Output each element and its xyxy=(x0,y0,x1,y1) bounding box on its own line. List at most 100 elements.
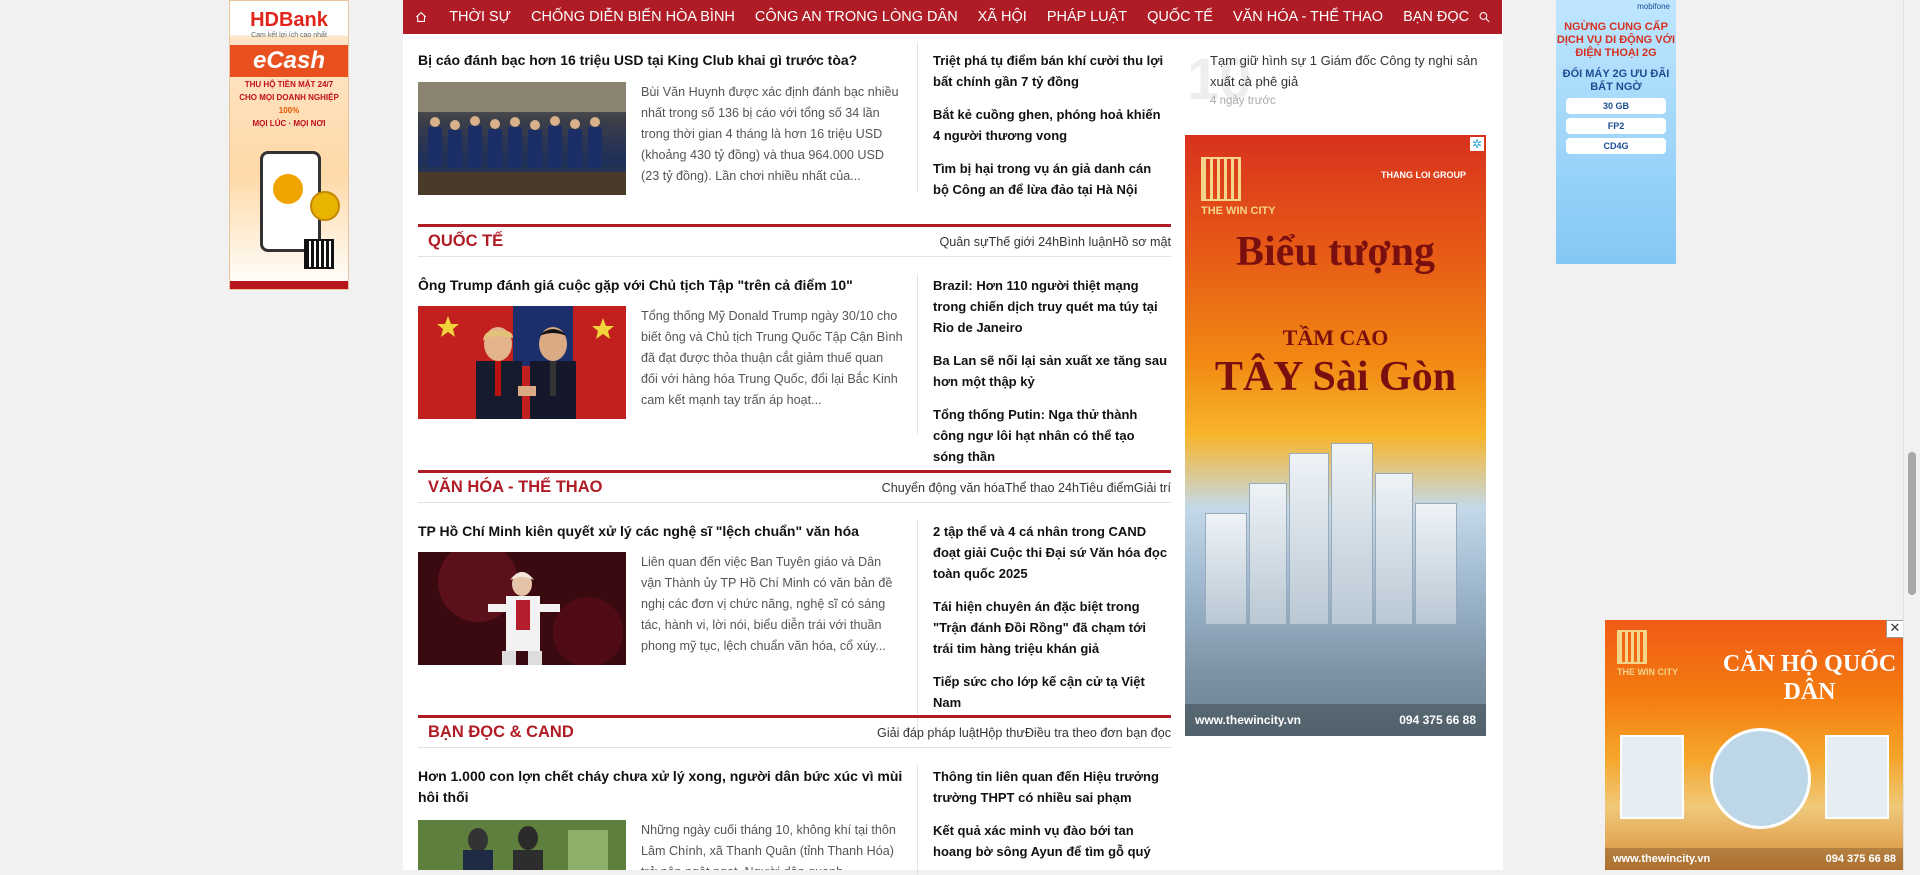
ad-phone: 094 375 66 88 xyxy=(1399,713,1476,727)
trending-title[interactable]: Tạm giữ hình sự 1 Giám đốc Công ty nghi … xyxy=(1210,50,1485,92)
ecash-logo: eCash xyxy=(230,45,348,77)
ad-offer: FP2 xyxy=(1566,118,1666,134)
adchoices-icon[interactable]: ✲ xyxy=(1470,137,1484,151)
subnav-item[interactable]: Tiêu điểm xyxy=(1079,481,1134,495)
related-link[interactable]: Kết quả xác minh vụ đào bới tan hoang bờ… xyxy=(933,820,1168,862)
subnav-item[interactable]: Chuyển động văn hóa xyxy=(882,481,1005,495)
nav-item-phap-luat[interactable]: PHÁP LUẬT xyxy=(1037,9,1137,25)
related-link[interactable]: Tìm bị hại trong vụ án giả danh cán bộ C… xyxy=(933,158,1168,200)
article-summary: Tổng thống Mỹ Donald Trump ngày 30/10 ch… xyxy=(641,309,903,407)
article-thumbnail[interactable] xyxy=(418,820,626,870)
subnav-item[interactable]: Thế giới 24h xyxy=(989,235,1060,249)
subnav-item[interactable]: Hộp thư xyxy=(979,726,1025,740)
column-divider xyxy=(917,274,918,434)
scrollbar-thumb[interactable] xyxy=(1908,452,1916,595)
ad-photo-circle xyxy=(1710,728,1811,829)
section-header-quoc-te: QUỐC TẾ Quân sự Thế giới 24h Bình luận H… xyxy=(418,224,1171,257)
hdbank-ad[interactable]: HDBank Cam kết lợi ích cao nhất eCash TH… xyxy=(229,0,349,290)
subnav-item[interactable]: Quân sự xyxy=(940,235,989,249)
courtroom-image xyxy=(418,82,626,195)
article-summary: Những ngày cuối tháng 10, không khí tại … xyxy=(641,823,896,870)
related-link[interactable]: Thông tin liên quan đến Hiệu trưởng trườ… xyxy=(933,766,1168,808)
article-thumbnail[interactable] xyxy=(418,306,626,419)
wincity-logo-text: THE WIN CITY xyxy=(1617,667,1678,677)
related-link[interactable]: Tổng thống Putin: Nga thử thành công ngư… xyxy=(933,404,1168,467)
ad-photo xyxy=(1825,735,1889,819)
related-link[interactable]: Bắt kẻ cuồng ghen, phóng hoả khiến 4 ngư… xyxy=(933,104,1168,146)
building-illustration xyxy=(1205,425,1466,625)
related-list: Brazil: Hơn 110 người thiệt mạng trong c… xyxy=(933,275,1168,479)
wincity-logo-text: THE WIN CITY xyxy=(1201,205,1276,217)
ad-line: MỌI LÚC · MỌI NƠI xyxy=(252,119,326,128)
leaders-handshake-image xyxy=(418,306,626,419)
subnav-item[interactable]: Bình luận xyxy=(1059,235,1112,249)
ad-website: www.thewincity.vn xyxy=(1613,853,1711,865)
wincity-ad[interactable]: ✲ THE WIN CITY THANG LOI GROUP Biểu tượn… xyxy=(1185,135,1486,736)
section-header-ban-doc: BẠN ĐỌC & CAND Giải đáp pháp luật Hộp th… xyxy=(418,715,1171,748)
home-icon[interactable] xyxy=(415,8,427,26)
ad-line: THU HỘ TIỀN MẶT 24/7 xyxy=(244,80,334,89)
subnav-item[interactable]: Điều tra theo đơn bạn đọc xyxy=(1025,726,1171,740)
related-link[interactable]: Triệt phá tụ điểm bán khí cười thu lợi b… xyxy=(933,50,1168,92)
article-title[interactable]: Ông Trump đánh giá cuộc gặp với Chủ tịch… xyxy=(418,275,908,296)
related-list: Thông tin liên quan đến Hiệu trưởng trườ… xyxy=(933,766,1168,874)
ad-line: CHO MỌI DOANH NGHIỆP xyxy=(239,93,339,102)
subnav-item[interactable]: Thể thao 24h xyxy=(1005,481,1079,495)
article-summary: Bùi Văn Huynh được xác định đánh bạc nhi… xyxy=(641,85,899,183)
nav-item-van-hoa[interactable]: VĂN HÓA - THỂ THAO xyxy=(1223,9,1393,25)
hdbank-brand: HDBank xyxy=(250,9,328,31)
coin-image xyxy=(310,191,340,221)
trending-time: 4 ngày trước xyxy=(1210,95,1276,107)
related-list: Triệt phá tụ điểm bán khí cười thu lợi b… xyxy=(933,50,1168,212)
nav-item-cong-an[interactable]: CÔNG AN TRONG LÒNG DÂN xyxy=(745,9,968,25)
section-header-van-hoa: VĂN HÓA - THỂ THAO Chuyển động văn hóa T… xyxy=(418,470,1171,503)
related-link[interactable]: Ba Lan sẽ nối lại sản xuất xe tăng sau h… xyxy=(933,350,1168,392)
trending-item[interactable]: 10 Tạm giữ hình sự 1 Giám đốc Công ty ng… xyxy=(1185,40,1485,120)
article-title[interactable]: Hơn 1.000 con lợn chết cháy chưa xử lý x… xyxy=(418,766,908,808)
ad-offer: CD4G xyxy=(1566,138,1666,154)
mobifone-brand: mobifone xyxy=(1637,2,1670,11)
scrollbar-track[interactable] xyxy=(1903,0,1920,870)
thangloi-logo: THANG LOI GROUP xyxy=(1381,170,1466,180)
ad-headline: TẦM CAO xyxy=(1282,325,1389,350)
wincity-logo: THE WIN CITY xyxy=(1617,630,1678,678)
related-link[interactable]: Tái hiện chuyên án đặc biệt trong "Trận … xyxy=(933,596,1168,659)
section-title[interactable]: VĂN HÓA - THỂ THAO xyxy=(418,478,602,497)
wincity-sticky-ad[interactable]: THE WIN CITY CĂN HỘ QUỐC DÂN www.thewinc… xyxy=(1605,620,1904,870)
close-icon[interactable]: ✕ xyxy=(1886,620,1904,638)
ad-subheadline: ĐỔI MÁY 2G ƯU ĐÃI BẤT NGỜ xyxy=(1562,68,1670,93)
article-summary: Liên quan đến việc Ban Tuyên giáo và Dân… xyxy=(641,555,893,653)
nav-item-xa-hoi[interactable]: XÃ HỘI xyxy=(968,9,1037,25)
article-title[interactable]: Bị cáo đánh bạc hơn 16 triệu USD tại Kin… xyxy=(418,50,908,71)
section-title[interactable]: QUỐC TẾ xyxy=(418,232,503,251)
section-title[interactable]: BẠN ĐỌC & CAND xyxy=(418,723,574,742)
article-title[interactable]: TP Hồ Chí Minh kiên quyết xử lý các nghệ… xyxy=(418,521,908,542)
wincity-logo: THE WIN CITY xyxy=(1201,157,1276,218)
ad-line: 100% xyxy=(278,106,300,115)
ad-headline: CĂN HỘ QUỐC DÂN xyxy=(1722,651,1897,705)
ad-headline: Biểu tượng xyxy=(1236,229,1435,275)
related-link[interactable]: 2 tập thể và 4 cá nhân trong CAND đoạt g… xyxy=(933,521,1168,584)
nav-item-quoc-te[interactable]: QUỐC TẾ xyxy=(1137,9,1223,25)
nav-item-thoi-su[interactable]: THỜI SỰ xyxy=(439,9,521,25)
column-divider xyxy=(917,42,918,192)
singer-image xyxy=(418,542,626,667)
related-link[interactable]: Brazil: Hơn 110 người thiệt mạng trong c… xyxy=(933,275,1168,338)
article-thumbnail[interactable] xyxy=(418,82,626,195)
subnav-item[interactable]: Giải đáp pháp luật xyxy=(877,726,979,740)
nav-item-chong-dien-bien[interactable]: CHỐNG DIỄN BIẾN HÒA BÌNH xyxy=(521,9,745,25)
ad-footer: www.thewincity.vn 094 375 66 88 xyxy=(1605,848,1904,870)
ad-headline: NGỪNG CUNG CẤP DỊCH VỤ DI ĐỘNG VỚI ĐIỆN … xyxy=(1556,21,1676,59)
subnav-item[interactable]: Hồ sơ mật xyxy=(1112,235,1171,249)
ad-offer: 30 GB xyxy=(1566,98,1666,114)
main-nav: THỜI SỰ CHỐNG DIỄN BIẾN HÒA BÌNH CÔNG AN… xyxy=(403,0,1502,34)
related-list: 2 tập thể và 4 cá nhân trong CAND đoạt g… xyxy=(933,521,1168,725)
section-subnav: Chuyển động văn hóa Thể thao 24h Tiêu đi… xyxy=(882,481,1171,495)
ad-phone: 094 375 66 88 xyxy=(1825,853,1896,865)
subnav-item[interactable]: Giải trí xyxy=(1134,481,1171,495)
mobifone-ad[interactable]: mobifone NGỪNG CUNG CẤP DỊCH VỤ DI ĐỘNG … xyxy=(1556,0,1676,264)
nav-item-ban-doc[interactable]: BẠN ĐỌC xyxy=(1393,9,1479,25)
related-link[interactable]: Tiếp sức cho lớp kế cận cử tạ Việt Nam xyxy=(933,671,1168,713)
article-thumbnail[interactable] xyxy=(418,542,626,667)
search-icon[interactable] xyxy=(1479,9,1490,25)
